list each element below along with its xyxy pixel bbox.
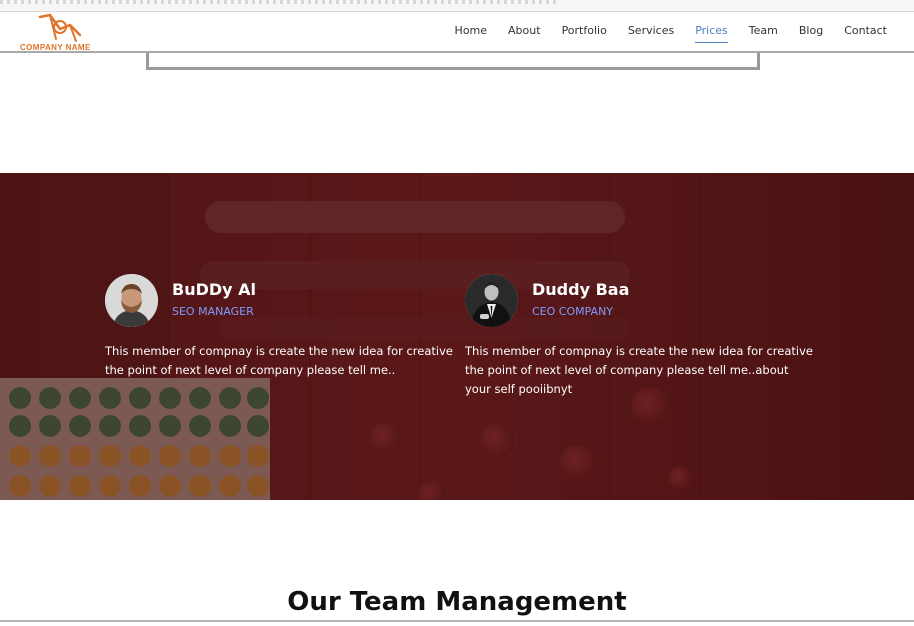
person-icon bbox=[465, 274, 518, 327]
member-name: Duddy Baa bbox=[532, 280, 630, 299]
nav-home[interactable]: Home bbox=[455, 23, 487, 43]
avatar bbox=[465, 274, 518, 327]
team-section: BuDDy Al SEO MANAGER This member of comp… bbox=[0, 173, 914, 500]
url-fragment bbox=[0, 0, 560, 4]
site-header: COMPANY NAME Home About Portfolio Servic… bbox=[0, 12, 914, 53]
person-icon bbox=[105, 274, 158, 327]
nav-team[interactable]: Team bbox=[749, 23, 778, 43]
nav-contact[interactable]: Contact bbox=[844, 23, 887, 43]
content-frame-bottom bbox=[146, 53, 760, 70]
nav-services[interactable]: Services bbox=[628, 23, 674, 43]
logo-text: COMPANY NAME bbox=[20, 43, 91, 52]
color-overlay bbox=[0, 173, 914, 500]
member-role: CEO COMPANY bbox=[532, 305, 614, 318]
nav-blog[interactable]: Blog bbox=[799, 23, 823, 43]
page-bottom-divider bbox=[0, 620, 914, 622]
section-title: Our Team Management bbox=[287, 587, 627, 617]
nav-portfolio[interactable]: Portfolio bbox=[562, 23, 607, 43]
main-nav: Home About Portfolio Services Prices Tea… bbox=[434, 23, 887, 43]
member-description: This member of compnay is create the new… bbox=[105, 344, 453, 377]
browser-strip bbox=[0, 0, 914, 12]
nav-prices[interactable]: Prices bbox=[695, 23, 728, 43]
logo-icon bbox=[38, 13, 82, 42]
member-role: SEO MANAGER bbox=[172, 305, 254, 318]
member-name: BuDDy Al bbox=[172, 280, 257, 299]
member-description: This member of compnay is create the new… bbox=[465, 344, 813, 396]
avatar bbox=[105, 274, 158, 327]
nav-about[interactable]: About bbox=[508, 23, 541, 43]
company-logo[interactable]: COMPANY NAME bbox=[18, 12, 108, 53]
